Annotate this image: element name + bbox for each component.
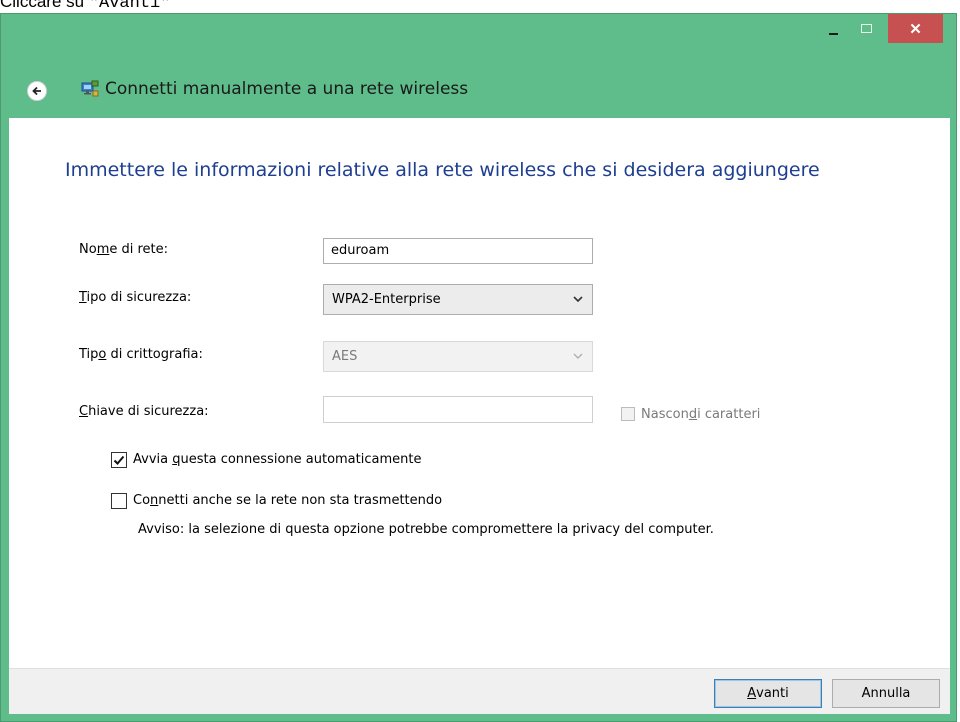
button-label: vanti [756,686,789,701]
connect-hidden-label: Connetti anche se la rete non sta trasme… [133,493,442,508]
maximize-button[interactable] [849,14,883,43]
minimize-icon [828,32,838,35]
label-text: hiave di sicurezza: [88,404,209,419]
label-text: No [79,242,97,257]
label-text: uesta connessione automaticamente [180,452,422,467]
close-button[interactable]: ✕ [888,14,943,43]
back-arrow-icon [32,86,41,96]
label-access-key: C [79,404,89,419]
network-name-input[interactable]: eduroam [323,238,593,264]
label-text: i caratteri [697,407,761,422]
label-text: Avvia [133,452,173,467]
label-access-key: m [96,242,110,257]
next-button[interactable]: Avanti [714,679,822,708]
label-access-key: d [688,407,698,422]
security-type-label: Tipo di sicurezza: [79,290,191,305]
caption-code: "Avanti" [88,0,171,13]
auto-start-checkbox[interactable] [111,452,127,468]
encryption-type-value: AES [332,349,358,364]
button-label: Annulla [861,686,911,701]
privacy-warning: Avviso: la selezione di questa opzione p… [138,522,714,537]
maximize-icon [860,24,872,33]
cancel-button[interactable]: Annulla [832,679,940,708]
label-text: Tip [79,347,99,362]
checkmark-icon [113,455,125,465]
button-bar: Avanti Annulla [9,668,950,714]
security-key-input[interactable] [323,396,593,423]
back-button[interactable] [27,81,47,101]
security-key-label: Chiave di sicurezza: [79,404,209,419]
network-name-label: Nome di rete: [79,242,168,257]
minimize-button[interactable] [819,14,847,43]
encryption-type-label: Tipo di crittografia: [79,347,203,362]
instruction-caption: Cliccare su "Avanti" [0,0,171,13]
chevron-down-icon [573,353,583,359]
label-text: netti anche se la rete non sta trasmette… [158,493,443,508]
security-type-value: WPA2-Enterprise [332,292,441,307]
label-text: Co [133,493,151,508]
network-name-value: eduroam [331,243,390,258]
button-access-key: A [747,686,757,701]
label-text: e di rete: [109,242,169,257]
auto-start-label: Avvia questa connessione automaticamente [133,452,421,467]
hide-characters-label: Nascondi caratteri [641,407,760,422]
label-access-key: q [172,452,181,467]
label-text: Nascon [641,407,689,422]
window-title: Connetti manualmente a una rete wireless [105,79,469,99]
caption-prefix: Cliccare su [0,0,85,11]
navigation-bar: Connetti manualmente a una rete wireless [1,50,956,118]
dialog-window: ✕ Connetti manualmente a una rete wirele… [0,13,957,722]
chevron-down-icon [573,296,583,303]
label-text: ipo di sicurezza: [86,290,192,305]
page-heading: Immettere le informazioni relative alla … [65,159,820,181]
content-panel: Immettere le informazioni relative alla … [9,118,950,668]
label-text: di crittografia: [106,347,203,362]
hide-characters-checkbox[interactable] [621,407,635,421]
connect-hidden-checkbox[interactable] [111,493,127,509]
label-access-key: T [79,290,87,305]
close-icon: ✕ [909,20,922,38]
title-bar: ✕ [1,14,956,50]
network-icon [81,80,99,97]
encryption-type-select[interactable]: AES [323,341,593,372]
security-type-select[interactable]: WPA2-Enterprise [323,284,593,315]
